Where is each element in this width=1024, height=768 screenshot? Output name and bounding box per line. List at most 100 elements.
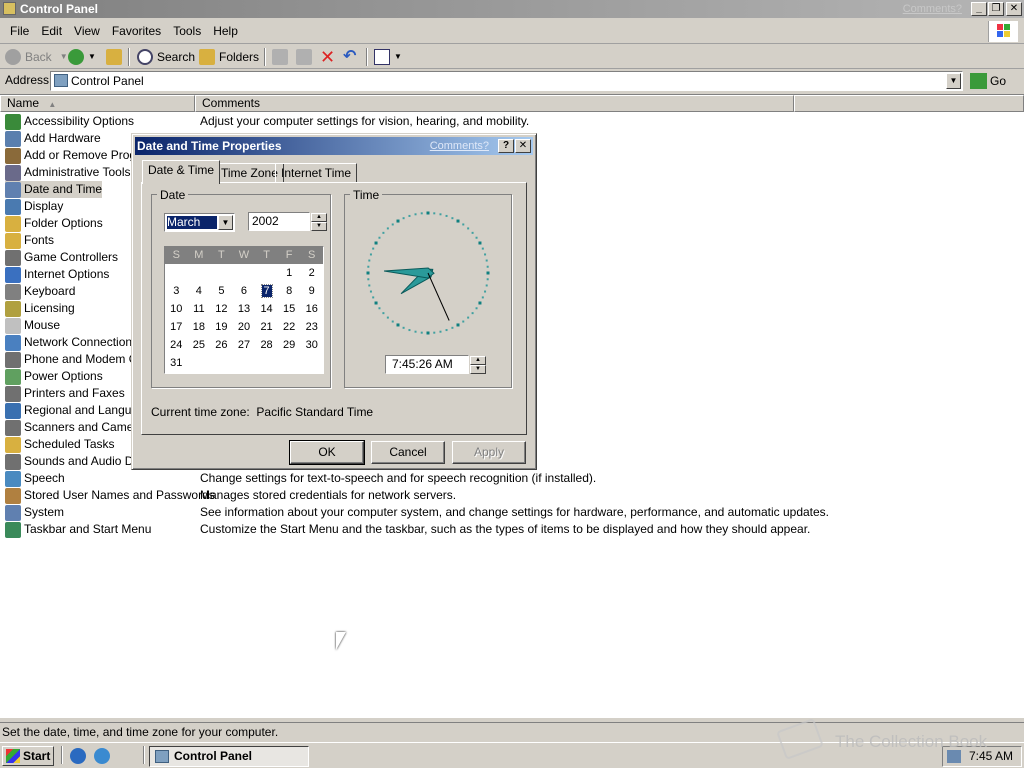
close-button[interactable]: ✕ [1006,2,1022,16]
dialog-comments-link[interactable]: Comments? [430,139,489,153]
comments-link[interactable]: Comments? [903,2,962,16]
month-select[interactable]: March ▼ [164,213,235,232]
address-dropdown-button[interactable]: ▼ [946,73,961,89]
calendar-day[interactable]: 21 [255,318,278,336]
list-item[interactable]: Licensing [5,300,75,317]
list-item[interactable]: Folder Options [5,215,103,232]
copy-to-button[interactable] [296,48,316,66]
calendar-day[interactable]: 12 [210,300,233,318]
dialog-close-button[interactable]: ✕ [515,139,531,153]
spin-up-icon[interactable]: ▲ [470,356,486,365]
time-spinner[interactable]: ▲ ▼ [470,356,486,375]
calendar-day[interactable]: 9 [300,282,323,300]
spin-down-icon[interactable]: ▼ [311,222,327,231]
column-header-comments[interactable]: Comments [195,95,794,112]
apply-button[interactable]: Apply [452,441,526,464]
list-item[interactable]: Taskbar and Start Menu [5,521,151,538]
calendar-day[interactable]: 27 [233,336,256,354]
cancel-button[interactable]: Cancel [371,441,445,464]
calendar-day[interactable]: 15 [278,300,301,318]
menu-edit[interactable]: Edit [35,19,68,44]
calendar-day[interactable]: 24 [165,336,188,354]
up-folder-button[interactable] [106,48,126,66]
year-spinner[interactable]: ▲ ▼ [311,213,327,232]
taskbar-button-control-panel[interactable]: Control Panel [149,746,309,767]
year-input[interactable]: 2002 ▲ ▼ [248,212,327,231]
list-item[interactable]: Accessibility Options [5,113,134,130]
list-item[interactable]: Network Connections [5,334,138,351]
list-item[interactable]: Mouse [5,317,60,334]
calendar-day[interactable]: 20 [233,318,256,336]
menu-file[interactable]: File [0,19,35,44]
calendar-day[interactable]: 29 [278,336,301,354]
ok-button[interactable]: OK [289,440,365,465]
list-item[interactable]: Internet Options [5,266,109,283]
calendar-day[interactable]: 22 [278,318,301,336]
calendar-day[interactable]: 7 [255,282,278,300]
time-input[interactable]: 7:45:26 AM ▲ ▼ [385,355,486,374]
list-item[interactable]: Display [5,198,63,215]
spin-down-icon[interactable]: ▼ [470,365,486,374]
forward-button[interactable]: ▼ [68,48,96,66]
address-input[interactable]: Control Panel [50,71,963,91]
calendar-day[interactable]: 13 [233,300,256,318]
delete-icon[interactable]: ✕ [320,48,335,66]
dialog-titlebar[interactable]: Date and Time Properties Comments? ? ✕ [135,137,533,155]
calendar-day[interactable]: 17 [165,318,188,336]
list-item[interactable]: Fonts [5,232,54,249]
views-dropdown-icon[interactable]: ▼ [394,48,402,66]
help-button[interactable]: ? [498,139,514,153]
list-item[interactable]: Regional and Language [5,402,151,419]
calendar-day[interactable]: 16 [300,300,323,318]
list-item[interactable]: Scanners and Cameras [5,419,150,436]
calendar-day[interactable]: 30 [300,336,323,354]
move-to-button[interactable] [272,48,292,66]
folders-button[interactable]: Folders [199,48,259,66]
list-item[interactable]: Game Controllers [5,249,118,266]
forward-dropdown-icon[interactable]: ▼ [88,48,96,66]
list-item[interactable]: Phone and Modem Opt [5,351,148,368]
back-dropdown-icon[interactable]: ▼ [60,48,68,66]
calendar-day[interactable]: 2 [300,264,323,282]
calendar-day[interactable]: 1 [278,264,301,282]
calendar-day[interactable]: 6 [233,282,256,300]
window-titlebar[interactable]: Control Panel Comments? _ ❐ ✕ [0,0,1024,18]
calendar-day[interactable]: 19 [210,318,233,336]
spin-up-icon[interactable]: ▲ [311,213,327,222]
minimize-button[interactable]: _ [971,2,987,16]
list-item[interactable]: Date and Time [5,181,103,198]
menu-help[interactable]: Help [207,19,244,44]
calendar-day[interactable]: 11 [188,300,211,318]
calendar-day[interactable]: 23 [300,318,323,336]
views-button[interactable]: ▼ [374,48,402,66]
calendar-day[interactable]: 4 [188,282,211,300]
list-item[interactable]: Power Options [5,368,103,385]
list-item[interactable]: Add Hardware [5,130,101,147]
restore-button[interactable]: ❐ [988,2,1004,16]
internet-explorer-icon[interactable] [94,748,110,764]
list-item[interactable]: Printers and Faxes [5,385,125,402]
internet-explorer-icon[interactable] [70,748,86,764]
calendar-day[interactable]: 8 [278,282,301,300]
tab-time-zone[interactable]: Time Zone [215,163,284,183]
calendar-day[interactable]: 31 [165,354,188,372]
list-item[interactable]: Add or Remove Progra [5,147,147,164]
list-item[interactable]: Sounds and Audio Dev [5,453,146,470]
back-button[interactable]: Back ▼ [5,48,68,66]
tab-internet-time[interactable]: Internet Time [275,163,358,183]
calendar-day[interactable]: 3 [165,282,188,300]
search-button[interactable]: Search [137,48,195,66]
calendar-day[interactable]: 10 [165,300,188,318]
calendar-day[interactable]: 18 [188,318,211,336]
menu-view[interactable]: View [68,19,106,44]
list-item[interactable]: Administrative Tools [5,164,131,181]
start-button[interactable]: Start [2,746,54,766]
calendar-day[interactable]: 14 [255,300,278,318]
list-item[interactable]: Keyboard [5,283,75,300]
go-button[interactable]: Go [968,71,1020,91]
calendar-day[interactable]: 28 [255,336,278,354]
menu-favorites[interactable]: Favorites [106,19,167,44]
calendar-day[interactable]: 25 [188,336,211,354]
column-header-name[interactable]: Name ▲ [0,95,195,112]
list-item[interactable]: Stored User Names and Passwords [5,487,215,504]
